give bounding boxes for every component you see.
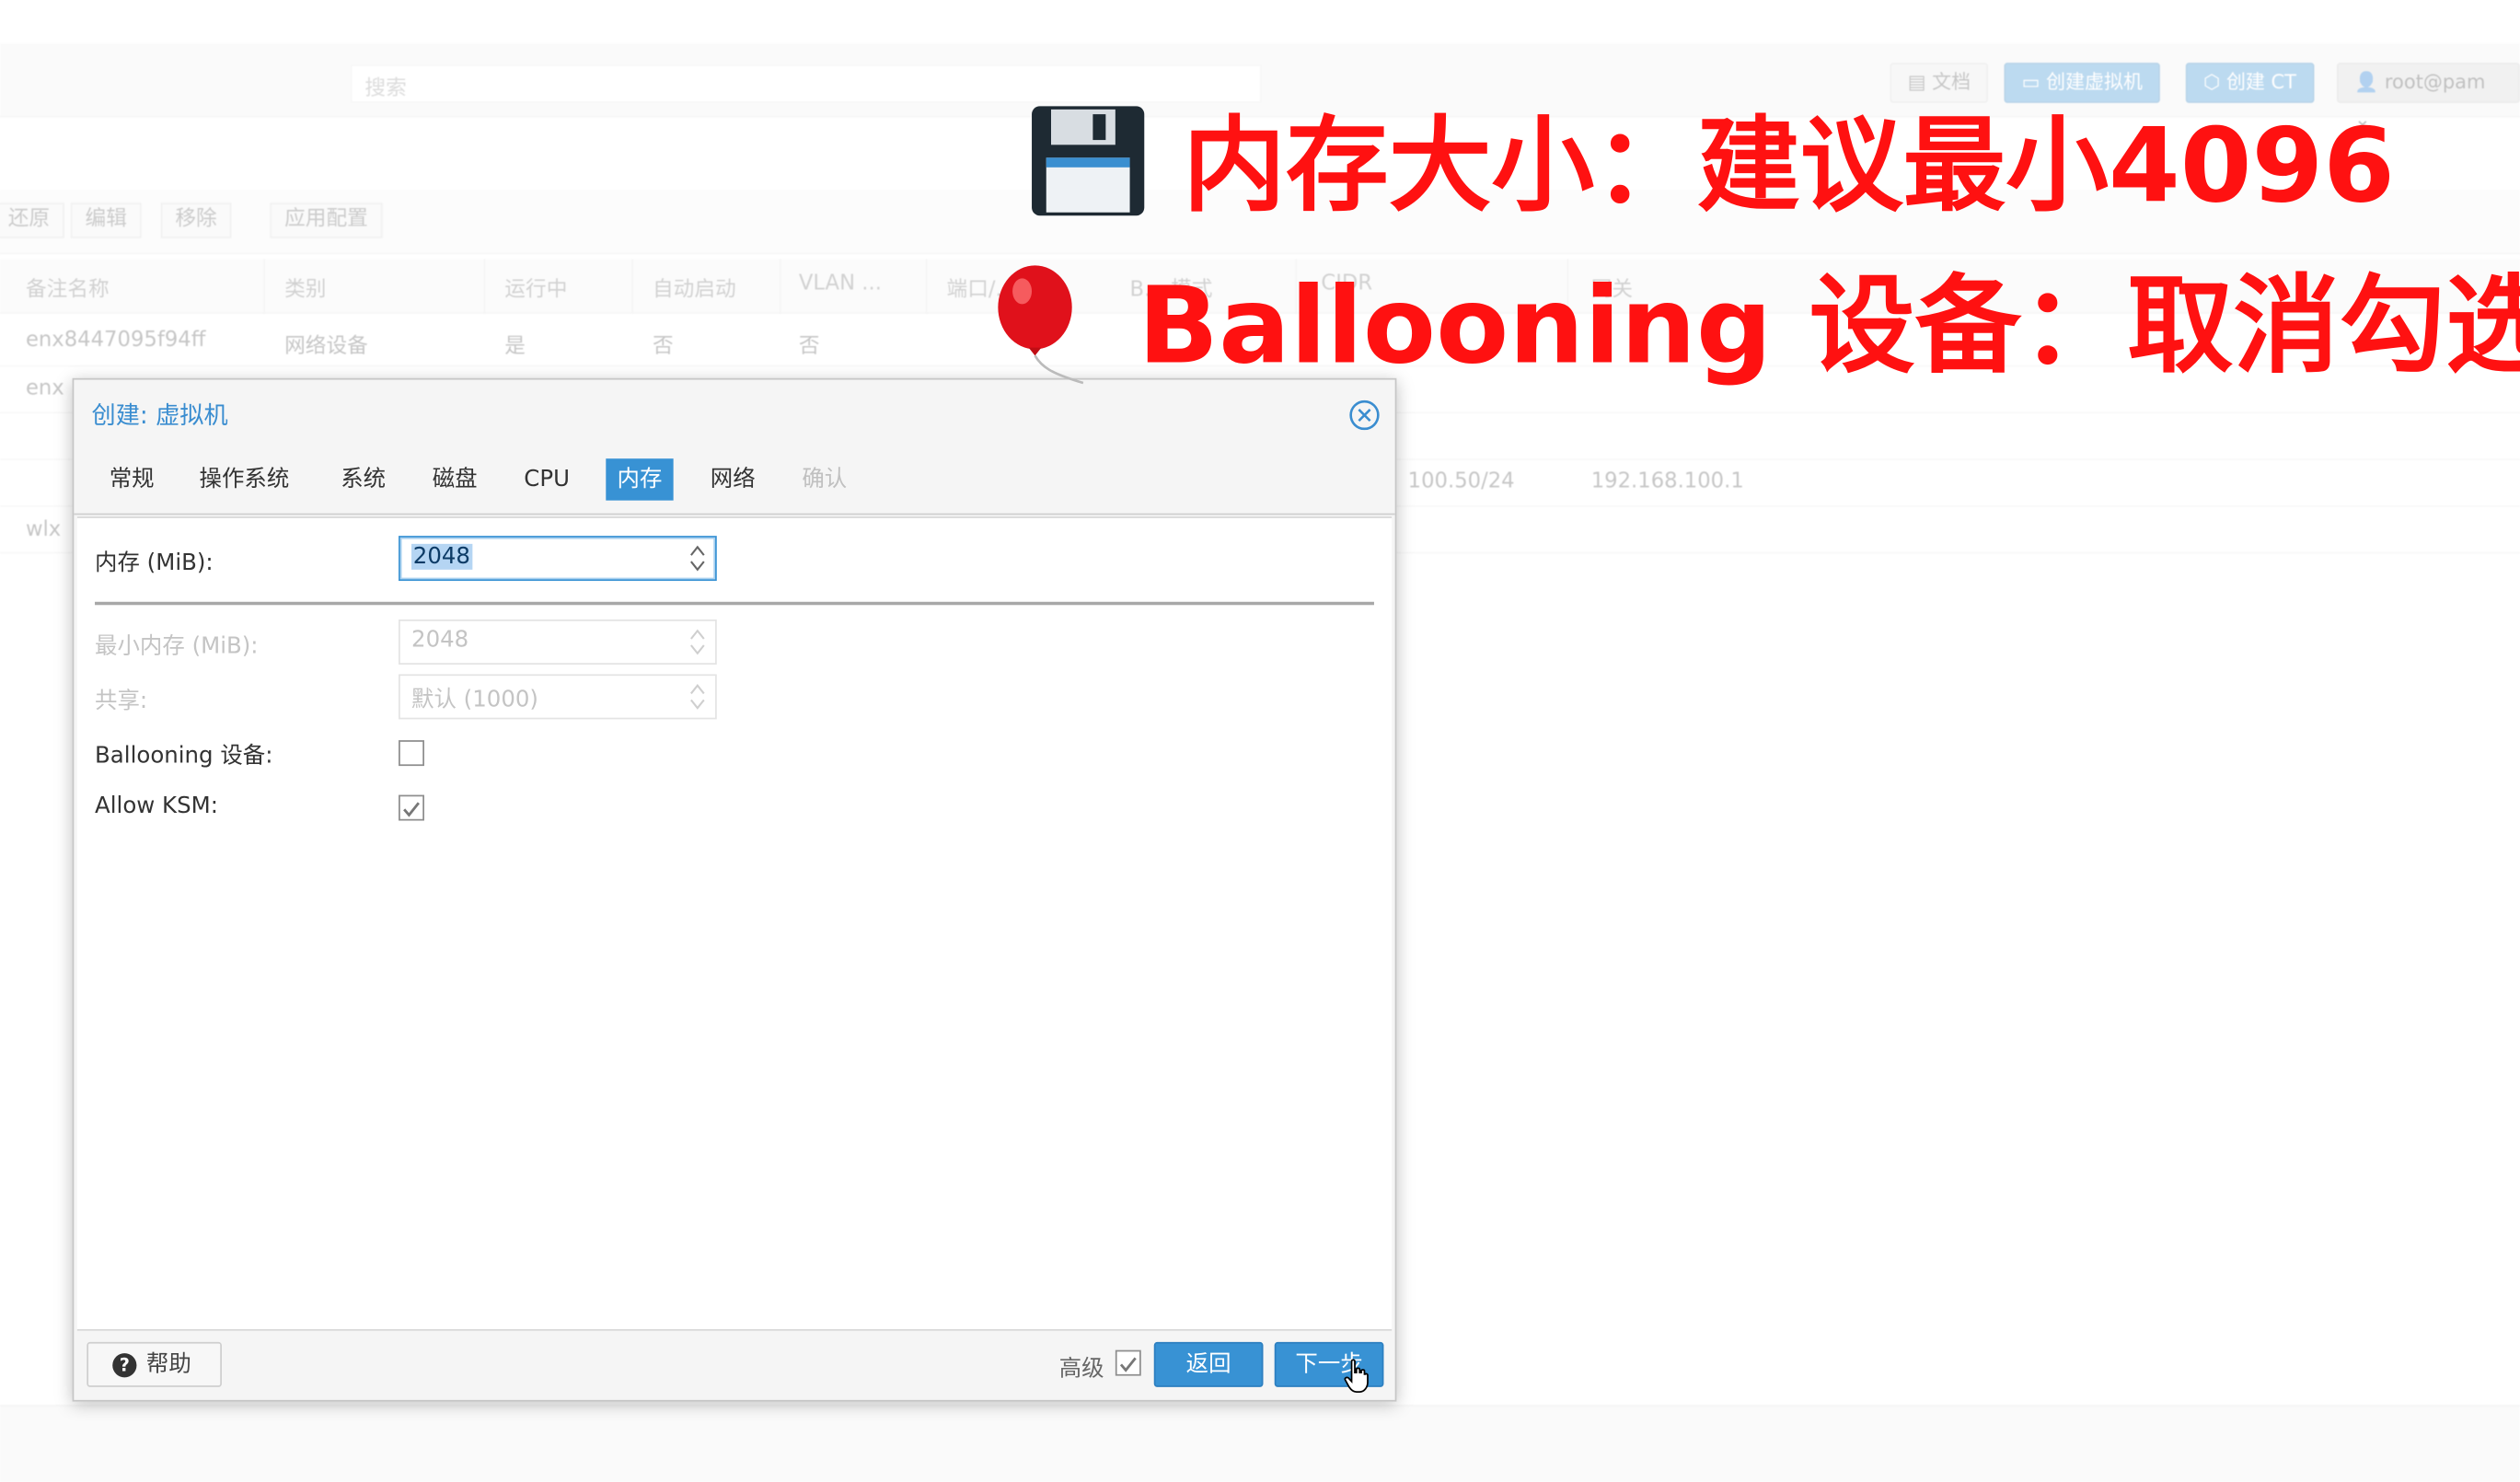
memory-panel: 内存 (MiB): 2048 最小内存 (MiB): 2048 共享: 默认 (… [76,516,1393,1331]
checkmark-icon [403,802,420,817]
create-vm-button[interactable]: ▭ 创建虚拟机 [2004,63,2161,103]
advanced-divider [95,601,1374,606]
log-panel-bar [0,1405,2520,1482]
tab-confirm: 确认 [802,466,848,492]
docs-button[interactable]: ▤ 文档 [1890,63,1989,103]
remove-button[interactable]: 移除 [160,203,232,238]
edit-button[interactable]: 编辑 [70,203,142,238]
shares-label: 共享: [95,689,148,715]
dialog-footer: ? 帮助 高级 返回 下一步 [74,1332,1394,1399]
ksm-checkbox[interactable] [399,794,424,821]
annotation-ballooning: Ballooning 设备：取消勾选 [1138,263,2520,388]
column-header[interactable]: 自动启动 [653,272,736,302]
shares-input: 默认 (1000) [399,674,717,720]
ksm-label: Allow KSM: [95,793,218,819]
tab-disk[interactable]: 磁盘 [421,458,488,500]
balloon-icon [998,265,1084,385]
create-ct-button[interactable]: ⬡ 创建 CT [2185,63,2315,103]
cube-icon: ⬡ [2202,70,2226,94]
tab-os[interactable]: 操作系统 [188,458,300,500]
tab-general[interactable]: 常规 [98,458,166,500]
back-button[interactable]: 返回 [1153,1341,1264,1387]
row-gateway: 192.168.100.1 [1590,469,1744,494]
wizard-tabs: 常规 操作系统 系统 磁盘 CPU 内存 网络 确认 [74,457,1395,515]
memory-input[interactable]: 2048 [399,536,717,582]
column-header[interactable]: 类别 [284,272,326,302]
column-header[interactable]: 备注名称 [26,272,110,302]
hand-cursor-icon [1344,1359,1369,1393]
row-running: 是 [504,334,526,359]
spinner-arrows-icon[interactable] [689,542,705,574]
tab-cpu[interactable]: CPU [513,458,581,500]
floppy-disk-icon [1032,106,1145,216]
min-memory-input: 2048 [399,619,717,665]
revert-button[interactable]: 还原 [0,203,64,238]
spinner-arrows-icon [690,629,705,655]
monitor-icon: ▭ [2021,70,2047,94]
tab-memory[interactable]: 内存 [606,458,674,501]
help-button[interactable]: ? 帮助 [87,1341,222,1387]
column-header[interactable]: 运行中 [504,272,567,302]
apply-config-button[interactable]: 应用配置 [270,203,383,238]
close-icon[interactable] [1348,399,1381,432]
memory-label: 内存 (MiB): [95,550,214,576]
dialog-title: 创建: 虚拟机 [91,400,228,430]
spinner-arrows-icon [690,684,705,710]
create-vm-dialog: 创建: 虚拟机 常规 操作系统 系统 磁盘 CPU 内存 网络 确认 内存 (M… [72,377,1397,1402]
tab-network[interactable]: 网络 [699,458,767,500]
column-header[interactable]: VLAN ... [799,272,882,295]
row-vlan: 否 [798,334,820,359]
row-cidr: 100.50/24 [1407,469,1515,494]
ballooning-label: Ballooning 设备: [95,743,273,770]
user-icon: 👤 [2354,70,2385,94]
row-type: 网络设备 [284,334,368,359]
question-icon: ? [112,1353,137,1378]
row-name[interactable]: wlx [26,518,61,542]
row-name[interactable]: enx8447095f94ff [26,329,205,353]
row-autostart: 否 [652,334,674,359]
ballooning-checkbox[interactable] [399,740,424,767]
annotation-memory-size: 内存大小：建议最小4096 [1183,108,2396,227]
tab-system[interactable]: 系统 [329,458,397,500]
user-menu-button[interactable]: 👤 root@pam ⌄ [2336,63,2520,131]
advanced-checkbox[interactable] [1115,1349,1141,1376]
search-input[interactable]: 搜索 [350,64,1262,103]
book-icon: ▤ [1907,70,1933,94]
min-memory-label: 最小内存 (MiB): [95,633,259,660]
checkmark-icon [1119,1357,1137,1372]
advanced-label: 高级 [1058,1356,1104,1383]
row-name[interactable]: enx [26,376,64,400]
